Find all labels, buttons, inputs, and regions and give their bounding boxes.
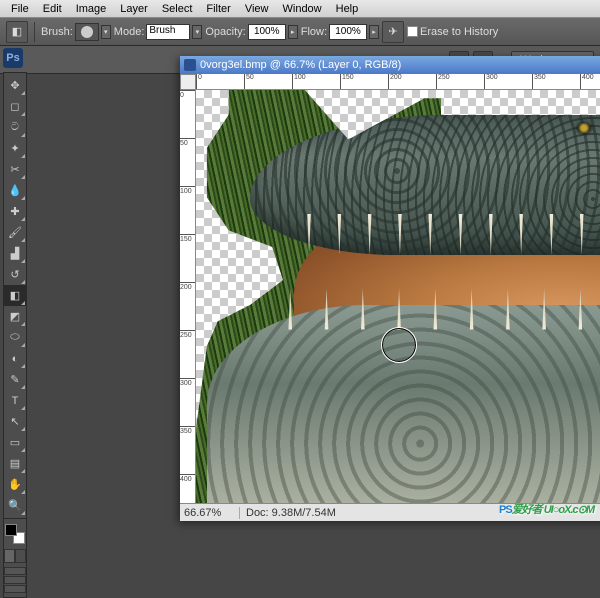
ruler-tick: 150 bbox=[340, 74, 354, 90]
teeth-lower bbox=[272, 288, 600, 329]
ruler-horizontal[interactable]: 050100150200250300350400450500550600650 bbox=[196, 74, 600, 90]
zoom-level[interactable]: 66.67% bbox=[180, 507, 240, 519]
menu-select[interactable]: Select bbox=[155, 1, 200, 17]
ruler-tick: 300 bbox=[180, 378, 196, 387]
chevron-down-icon[interactable]: ▸ bbox=[369, 25, 379, 39]
history-brush-tool[interactable]: ↺ bbox=[4, 264, 26, 285]
opacity-input[interactable] bbox=[248, 24, 286, 40]
chevron-down-icon[interactable]: ▾ bbox=[101, 25, 111, 39]
stamp-tool[interactable]: ▟ bbox=[4, 243, 26, 264]
menu-bar: FileEditImageLayerSelectFilterViewWindow… bbox=[0, 0, 600, 18]
mode-label: Mode: bbox=[114, 26, 145, 38]
canvas[interactable] bbox=[196, 90, 600, 503]
watermark: PS爱好者 UI○oX.c⊙M bbox=[499, 493, 594, 519]
ruler-vertical[interactable]: 050100150200250300350400450500550600 bbox=[180, 90, 196, 503]
menu-layer[interactable]: Layer bbox=[113, 1, 155, 17]
opacity-label: Opacity: bbox=[205, 26, 245, 38]
crop-tool[interactable]: ✂ bbox=[4, 159, 26, 180]
menu-window[interactable]: Window bbox=[276, 1, 329, 17]
chevron-down-icon[interactable]: ▾ bbox=[192, 25, 202, 39]
ruler-tick: 0 bbox=[196, 74, 202, 90]
ruler-tick: 50 bbox=[180, 138, 196, 147]
move-tool[interactable]: ✥ bbox=[4, 75, 26, 96]
ruler-tick: 350 bbox=[532, 74, 546, 90]
opacity-field[interactable]: Opacity: ▸ bbox=[205, 24, 297, 40]
eraser-tool[interactable]: ◧ bbox=[4, 285, 26, 306]
toolbox: ✥◻ට✦✂💧✚🖌▟↺◧◩⬭◐✎T↖▭▤✋🔍 bbox=[3, 72, 27, 598]
chevron-down-icon[interactable]: ▸ bbox=[288, 25, 298, 39]
app-logo: Ps bbox=[3, 48, 23, 68]
airbrush-icon[interactable]: ✈ bbox=[382, 21, 404, 43]
crocodile-lower-jaw bbox=[207, 305, 600, 503]
mode-value: Brush bbox=[146, 24, 190, 40]
dodge-tool[interactable]: ◐ bbox=[4, 348, 26, 369]
eyedropper-tool[interactable]: 💧 bbox=[4, 180, 26, 201]
brush-tool[interactable]: 🖌 bbox=[4, 222, 26, 243]
document-title: 0vorg3el.bmp @ 66.7% (Layer 0, RGB/8) bbox=[200, 59, 401, 71]
ruler-tick: 250 bbox=[436, 74, 450, 90]
menu-edit[interactable]: Edit bbox=[36, 1, 69, 17]
brush-picker[interactable]: Brush: ▾ bbox=[41, 23, 111, 41]
eraser-preset-icon[interactable]: ◧ bbox=[6, 21, 28, 43]
ruler-origin[interactable] bbox=[180, 74, 196, 90]
ruler-tick: 50 bbox=[244, 74, 254, 90]
ruler-tick: 100 bbox=[292, 74, 306, 90]
ruler-tick: 250 bbox=[180, 330, 196, 339]
watermark-logo: PS bbox=[499, 504, 512, 516]
watermark-text: 爱好者 UI○oX.c⊙M bbox=[512, 504, 594, 516]
erase-history-check[interactable]: Erase to History bbox=[407, 26, 498, 38]
document-icon bbox=[184, 59, 196, 71]
hand-tool[interactable]: ✋ bbox=[4, 474, 26, 495]
document-titlebar[interactable]: 0vorg3el.bmp @ 66.7% (Layer 0, RGB/8) bbox=[180, 56, 600, 74]
quickmask-toggle[interactable] bbox=[4, 549, 26, 563]
lasso-tool[interactable]: ට bbox=[4, 117, 26, 138]
mode-select[interactable]: Mode: Brush ▾ bbox=[114, 24, 203, 40]
pen-tool[interactable]: ✎ bbox=[4, 369, 26, 390]
marquee-tool[interactable]: ◻ bbox=[4, 96, 26, 117]
ruler-tick: 150 bbox=[180, 234, 196, 243]
wand-tool[interactable]: ✦ bbox=[4, 138, 26, 159]
options-bar: ◧ Brush: ▾ Mode: Brush ▾ Opacity: ▸ Flow… bbox=[0, 18, 600, 46]
color-swatch[interactable] bbox=[4, 523, 26, 545]
ruler-tick: 300 bbox=[484, 74, 498, 90]
healing-tool[interactable]: ✚ bbox=[4, 201, 26, 222]
brush-label: Brush: bbox=[41, 26, 73, 38]
zoom-tool[interactable]: 🔍 bbox=[4, 495, 26, 516]
gradient-tool[interactable]: ◩ bbox=[4, 306, 26, 327]
checkbox-icon[interactable] bbox=[407, 26, 418, 37]
type-tool[interactable]: T bbox=[4, 390, 26, 411]
flow-input[interactable] bbox=[329, 24, 367, 40]
ruler-tick: 200 bbox=[388, 74, 402, 90]
notes-tool[interactable]: ▤ bbox=[4, 453, 26, 474]
ruler-tick: 200 bbox=[180, 282, 196, 291]
shape-tool[interactable]: ▭ bbox=[4, 432, 26, 453]
crocodile-eye bbox=[577, 123, 591, 133]
flow-field[interactable]: Flow: ▸ bbox=[301, 24, 379, 40]
menu-view[interactable]: View bbox=[238, 1, 276, 17]
menu-file[interactable]: File bbox=[4, 1, 36, 17]
blur-tool[interactable]: ⬭ bbox=[4, 327, 26, 348]
ruler-tick: 400 bbox=[580, 74, 594, 90]
ruler-tick: 100 bbox=[180, 186, 196, 195]
teeth-upper bbox=[294, 214, 600, 255]
ruler-tick: 0 bbox=[180, 90, 196, 99]
menu-image[interactable]: Image bbox=[69, 1, 114, 17]
document-window: 0vorg3el.bmp @ 66.7% (Layer 0, RGB/8) 0 5… bbox=[180, 56, 600, 521]
path-tool[interactable]: ↖ bbox=[4, 411, 26, 432]
erase-history-label: Erase to History bbox=[420, 26, 498, 38]
ruler-tick: 350 bbox=[180, 426, 196, 435]
menu-help[interactable]: Help bbox=[329, 1, 366, 17]
flow-label: Flow: bbox=[301, 26, 327, 38]
ruler-tick: 400 bbox=[180, 474, 196, 483]
menu-filter[interactable]: Filter bbox=[199, 1, 237, 17]
screenmode-toggle[interactable] bbox=[4, 567, 26, 593]
